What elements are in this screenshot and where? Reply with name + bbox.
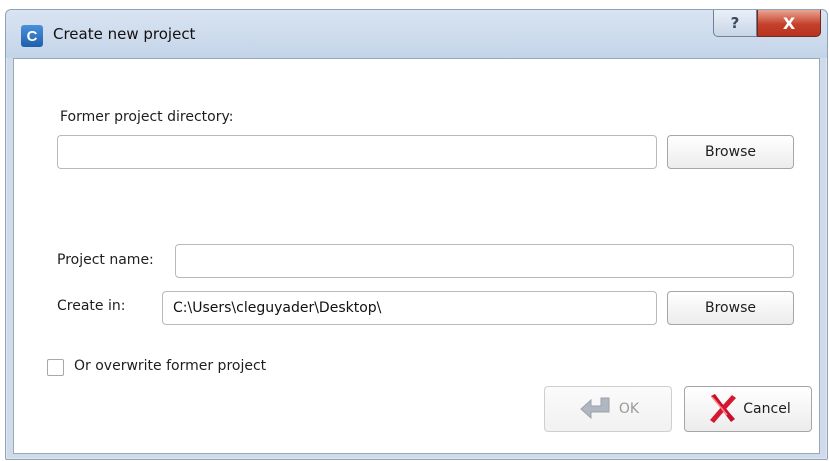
red-x-icon	[710, 394, 737, 423]
window-title: Create new project	[53, 25, 196, 43]
help-icon: ?	[730, 14, 740, 32]
overwrite-checkbox[interactable]	[47, 359, 64, 376]
browse-create-in-button[interactable]: Browse	[667, 291, 794, 325]
create-in-label: Create in:	[57, 298, 126, 314]
cancel-button[interactable]: Cancel	[684, 386, 812, 432]
create-in-input[interactable]: C:\Users\cleguyader\Desktop\	[162, 291, 657, 325]
project-name-input[interactable]	[175, 244, 794, 278]
dialog-window: C Create new project ? X Former project …	[5, 9, 828, 460]
browse-label: Browse	[705, 300, 756, 316]
overwrite-label: Or overwrite former project	[74, 358, 267, 374]
arrow-enter-icon	[580, 397, 610, 420]
browse-former-dir-button[interactable]: Browse	[667, 135, 794, 169]
cancel-label: Cancel	[743, 401, 791, 417]
ok-label: OK	[618, 401, 640, 417]
close-button[interactable]: X	[757, 10, 821, 37]
former-dir-input[interactable]	[57, 135, 657, 169]
ok-button[interactable]: OK	[544, 386, 672, 432]
project-name-label: Project name:	[57, 252, 154, 268]
close-icon: X	[782, 13, 796, 33]
help-button[interactable]: ?	[713, 10, 757, 37]
browse-label: Browse	[705, 144, 756, 160]
dialog-content: Former project directory: Browse Project…	[13, 58, 820, 454]
app-c-icon: C	[21, 25, 43, 47]
former-dir-label: Former project directory:	[60, 109, 234, 125]
title-bar[interactable]: C Create new project ? X	[6, 10, 827, 58]
